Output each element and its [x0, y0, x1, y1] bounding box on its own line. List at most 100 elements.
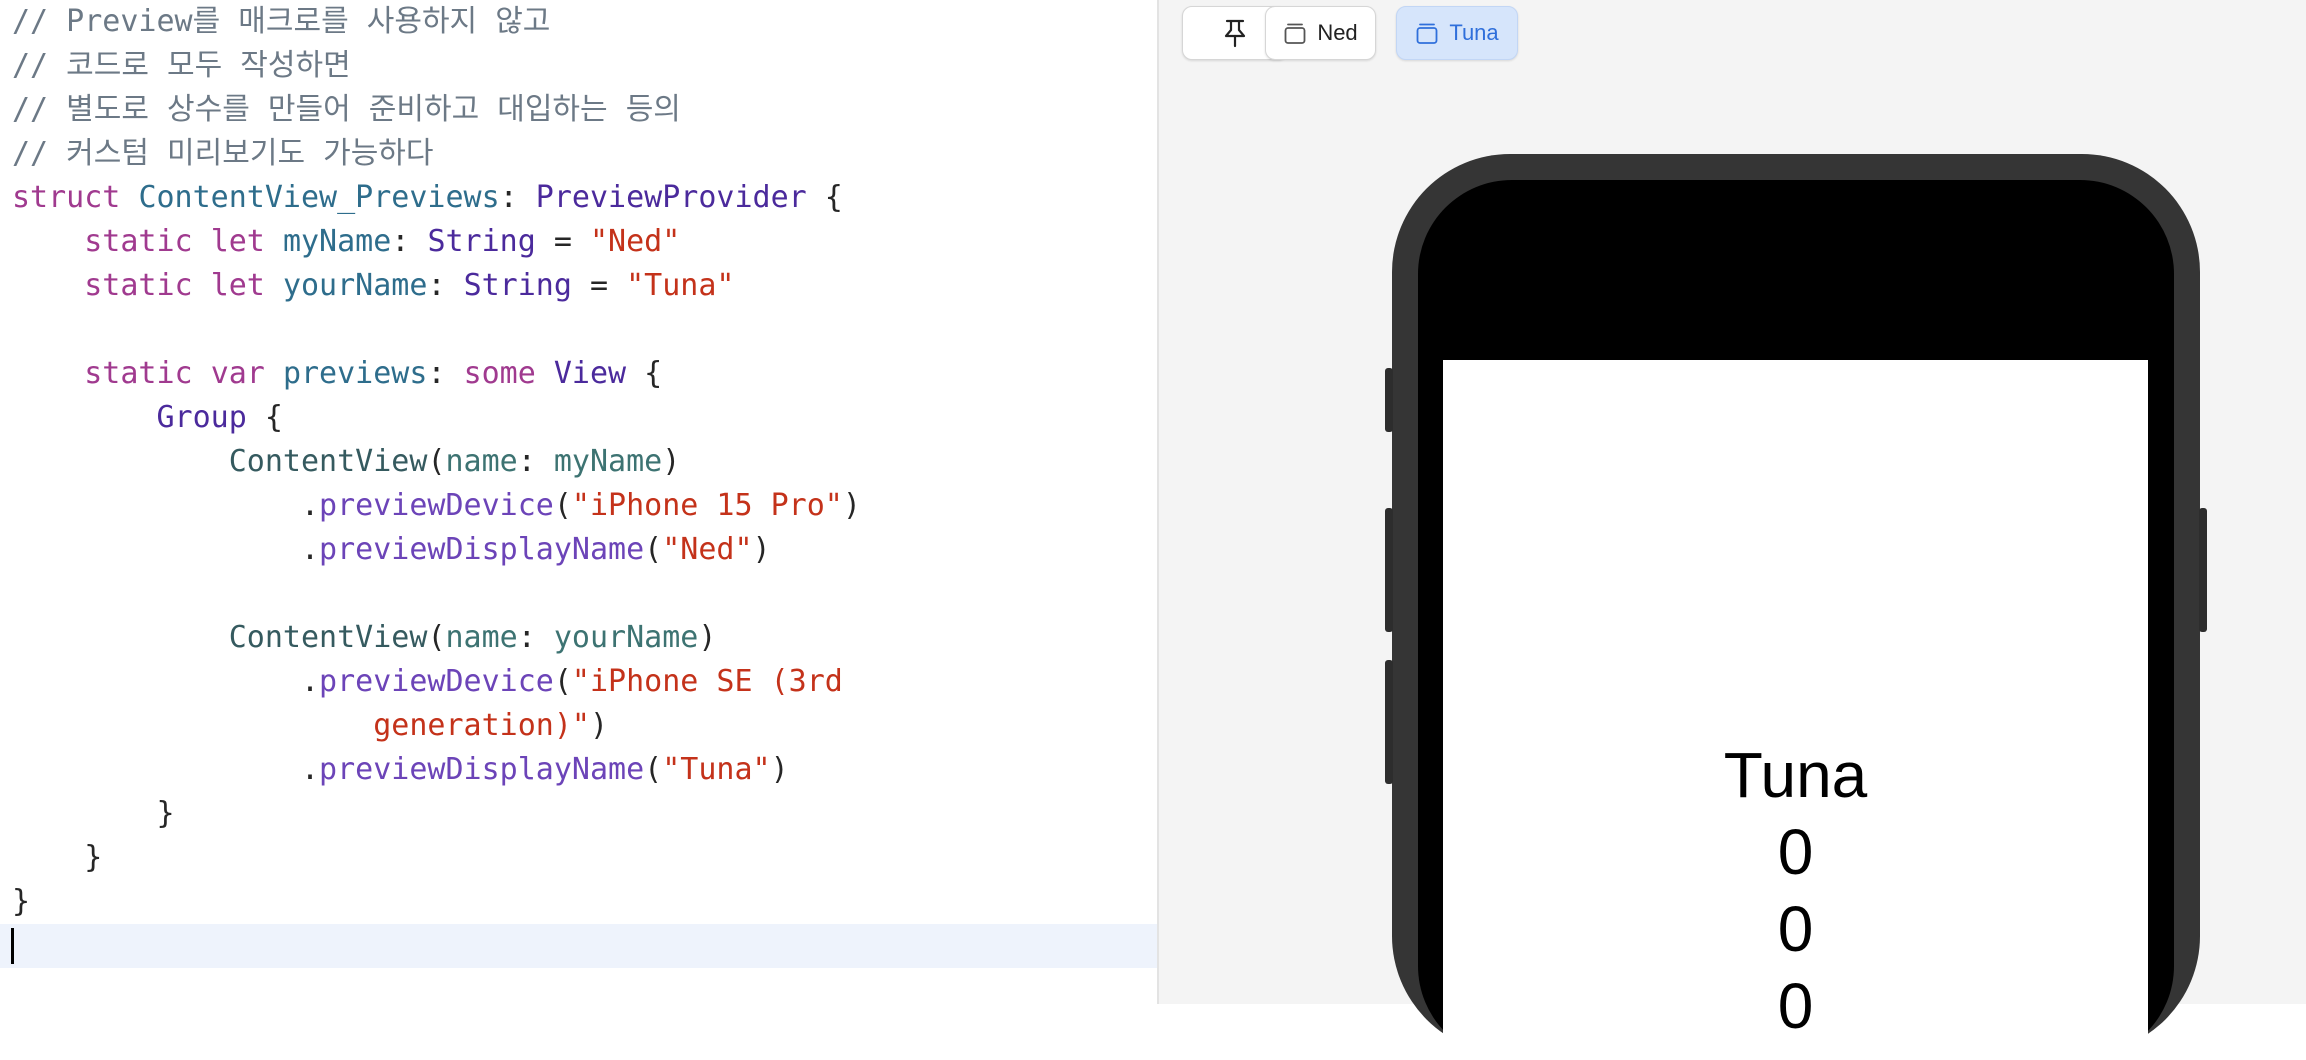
- code-token-plain: ): [842, 488, 861, 523]
- code-token-string: "Ned": [662, 532, 753, 567]
- code-token-keyword: let: [210, 224, 265, 259]
- code-token-plain: }: [12, 796, 175, 831]
- code-line[interactable]: ContentView(name: yourName): [0, 616, 1157, 660]
- device-volume-up-button: [1385, 508, 1393, 632]
- code-editor[interactable]: // Preview를 매크로를 사용하지 않고 // 코드로 모두 작성하면 //…: [0, 0, 1157, 1004]
- code-line[interactable]: .previewDisplayName("Tuna"): [0, 748, 1157, 792]
- code-line[interactable]: static var previews: some View {: [0, 352, 1157, 396]
- code-token-plain: :: [391, 224, 428, 259]
- code-line[interactable]: struct ContentView_Previews: PreviewProv…: [0, 176, 1157, 220]
- code-token-plain: {: [806, 180, 843, 215]
- device-stack-icon: [1416, 23, 1438, 44]
- code-line[interactable]: }: [0, 836, 1157, 880]
- count-label: 0: [1777, 893, 1814, 965]
- code-line[interactable]: static let myName: String = "Ned": [0, 220, 1157, 264]
- device-mute-switch: [1385, 368, 1393, 432]
- code-token-plain: (: [644, 752, 663, 787]
- code-line[interactable]: // 별도로 상수를 만들어 준비하고 대입하는 등의: [0, 88, 1157, 132]
- preview-chip-label: Ned: [1317, 20, 1358, 45]
- name-label: Tuna: [1723, 739, 1868, 811]
- code-token-comment: // 커스텀 미리보기도 가능하다: [12, 136, 434, 171]
- code-token-member: previews: [282, 356, 428, 391]
- code-token-plain: }: [12, 840, 103, 875]
- code-token-plain: .: [12, 532, 320, 567]
- code-token-type: Group: [156, 400, 247, 435]
- code-token-plain: :: [517, 620, 554, 655]
- code-line[interactable]: }: [0, 792, 1157, 836]
- current-line[interactable]: [0, 924, 1157, 968]
- code-token-plain: (: [644, 532, 663, 567]
- pin-icon: [1224, 19, 1246, 48]
- code-token-plain: .: [12, 752, 320, 787]
- code-token-plain: (: [553, 664, 572, 699]
- preview-chip-tuna[interactable]: Tuna: [1396, 6, 1518, 60]
- code-token-plain: =: [571, 268, 627, 303]
- device-stack-icon: [1284, 23, 1306, 44]
- code-token-string: "iPhone SE (3rd: [571, 664, 843, 699]
- code-line[interactable]: .previewDevice("iPhone 15 Pro"): [0, 484, 1157, 528]
- count-label: 0: [1777, 970, 1814, 1042]
- code-line[interactable]: .previewDisplayName("Ned"): [0, 528, 1157, 572]
- code-token-param: yourName: [553, 620, 699, 655]
- code-line[interactable]: // 코드로 모두 작성하면: [0, 44, 1157, 88]
- code-token-plain: .: [12, 488, 320, 523]
- code-token-plain: ): [770, 752, 789, 787]
- code-token-keyword: var: [210, 356, 265, 391]
- code-token-string: generation)": [373, 708, 590, 743]
- code-token-plain: :: [427, 356, 464, 391]
- code-token-method: previewDisplayName: [319, 752, 645, 787]
- code-token-plain: ): [662, 444, 681, 479]
- code-line[interactable]: // 커스텀 미리보기도 가능하다: [0, 132, 1157, 176]
- code-token-plain: (: [427, 620, 446, 655]
- code-token-keyword: let: [210, 268, 265, 303]
- code-line[interactable]: [0, 572, 1157, 616]
- code-token-plain: {: [626, 356, 663, 391]
- code-token-type: PreviewProvider: [535, 180, 807, 215]
- code-token-method: previewDisplayName: [319, 532, 645, 567]
- code-token-member: ContentView_Previews: [138, 180, 500, 215]
- code-token-string: "Tuna": [662, 752, 771, 787]
- code-token-member: yourName: [282, 268, 428, 303]
- code-token-comment: // 별도로 상수를 만들어 준비하고 대입하는 등의: [12, 92, 681, 127]
- code-token-plain: {: [246, 400, 283, 435]
- code-line[interactable]: ContentView(name: myName): [0, 440, 1157, 484]
- code-token-keyword: static: [84, 268, 193, 303]
- code-token-plain: :: [427, 268, 464, 303]
- code-token-type: View: [553, 356, 627, 391]
- code-token-keyword: some: [463, 356, 536, 391]
- code-token-call: ContentView: [228, 444, 428, 479]
- code-token-plain: .: [12, 664, 320, 699]
- preview-chip-label: Tuna: [1449, 20, 1499, 45]
- code-line[interactable]: Group {: [0, 396, 1157, 440]
- code-line[interactable]: }: [0, 880, 1157, 924]
- code-line[interactable]: .previewDevice("iPhone SE (3rd: [0, 660, 1157, 704]
- device-screen: Tuna 0 0 0: [1443, 360, 2148, 1060]
- code-token-member: myName: [282, 224, 392, 259]
- text-caret: [11, 928, 14, 964]
- code-token-comment: // 코드로 모두 작성하면: [12, 48, 351, 83]
- code-line[interactable]: // Preview를 매크로를 사용하지 않고: [0, 0, 1157, 44]
- code-token-plain: =: [535, 224, 590, 259]
- code-token-string: "Tuna": [626, 268, 735, 303]
- code-line[interactable]: generation)"): [0, 704, 1157, 748]
- code-token-method: previewDevice: [319, 664, 554, 699]
- code-token-plain: ): [698, 620, 717, 655]
- code-token-keyword: static: [84, 356, 193, 391]
- code-token-param: myName: [553, 444, 663, 479]
- preview-chip-ned[interactable]: Ned: [1265, 6, 1376, 60]
- code-token-param: name: [445, 620, 518, 655]
- code-line[interactable]: static let yourName: String = "Tuna": [0, 264, 1157, 308]
- code-line[interactable]: [0, 308, 1157, 352]
